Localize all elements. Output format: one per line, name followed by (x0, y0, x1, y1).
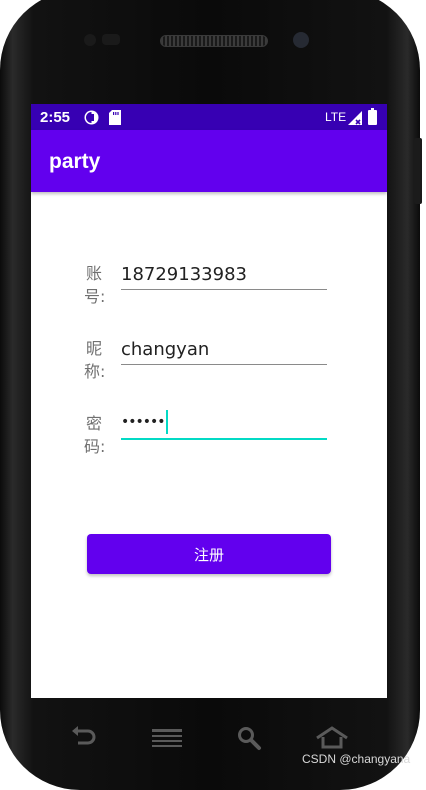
sync-icon (84, 110, 99, 129)
register-button[interactable]: 注册 (87, 534, 331, 574)
battery-icon (368, 108, 377, 129)
password-dots: •••••• (121, 414, 166, 430)
status-bar: 2:55 LTE (31, 104, 387, 130)
search-icon[interactable] (237, 726, 263, 756)
password-input[interactable]: •••••• (121, 407, 327, 440)
app-bar: party (31, 130, 387, 192)
device-frame: 2:55 LTE party 账号: 18729133983 昵称: chang… (0, 0, 426, 790)
watermark: CSDN @changyana (302, 752, 411, 766)
text-cursor (165, 410, 168, 434)
menu-icon[interactable] (152, 728, 182, 752)
password-label: 密码: (84, 414, 106, 456)
front-camera-icon (293, 32, 309, 48)
back-icon[interactable] (70, 726, 98, 754)
network-type: LTE (325, 110, 347, 124)
earpiece-speaker (160, 35, 268, 47)
home-icon[interactable] (315, 726, 349, 754)
sd-card-icon (109, 110, 121, 129)
app-title: party (49, 150, 101, 173)
power-button (414, 138, 422, 204)
account-label: 账号: (84, 264, 106, 306)
sensor-icon (102, 34, 120, 45)
sensor-icon (84, 34, 96, 46)
nickname-input[interactable] (121, 335, 327, 365)
nickname-label: 昵称: (84, 339, 106, 381)
status-time: 2:55 (40, 109, 71, 126)
screen: 2:55 LTE party 账号: 18729133983 昵称: chang… (31, 104, 387, 698)
signal-icon (348, 111, 362, 129)
account-input[interactable] (121, 260, 327, 290)
